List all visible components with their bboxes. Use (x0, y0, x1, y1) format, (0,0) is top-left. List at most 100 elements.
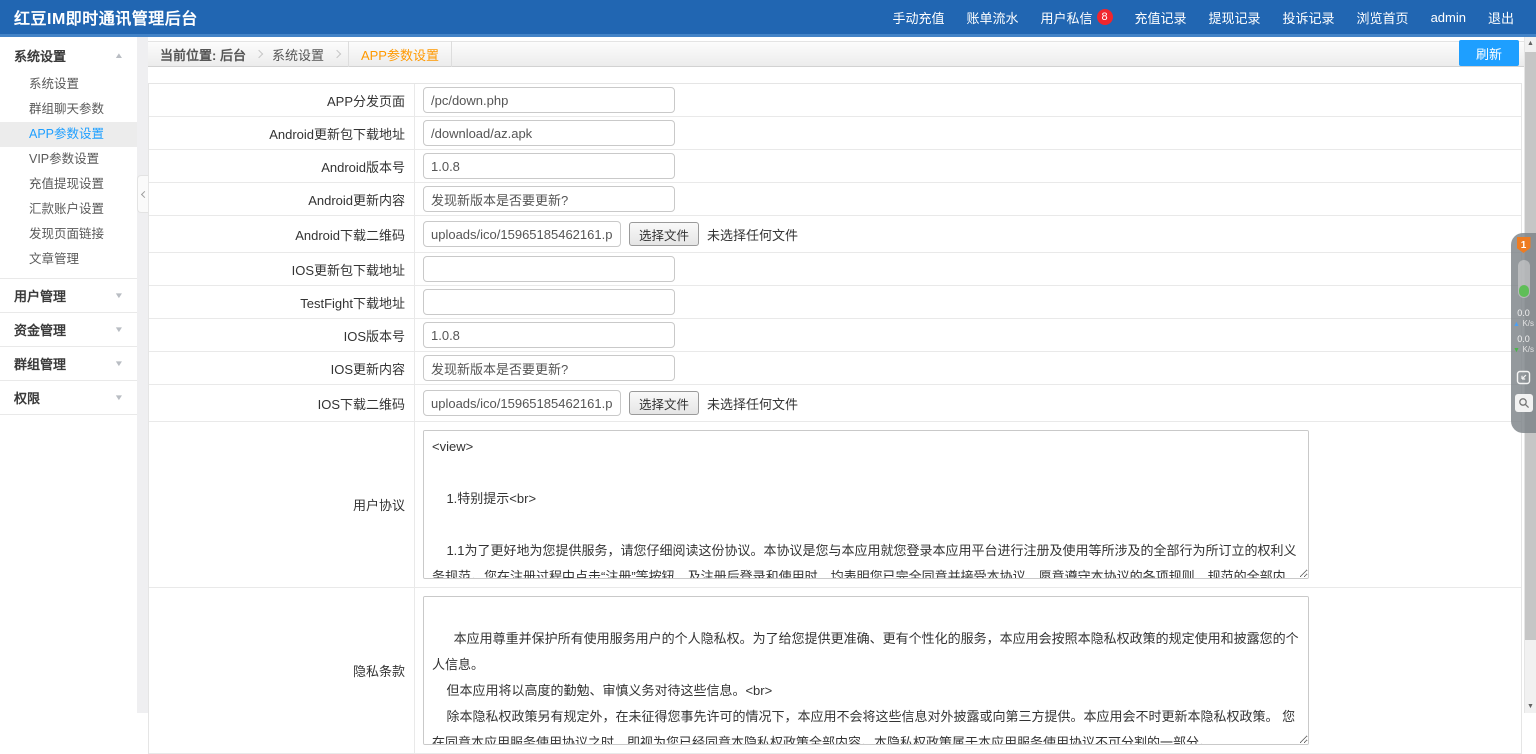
chevron-down-icon: ▼ (114, 359, 124, 368)
ios-qrcode-value-cell: 选择文件未选择任何文件 (415, 385, 1521, 421)
sidebar-group-label: 用户管理 (14, 286, 66, 305)
sidebar-items: 系统设置群组聊天参数APP参数设置VIP参数设置充值提现设置汇款账户设置发现页面… (0, 72, 137, 278)
sidebar-group-user-management: 用户管理 ▼ (0, 279, 137, 313)
form-row-ios-version: IOS版本号 (149, 319, 1521, 352)
upload-speed-value: 0.0 (1513, 308, 1534, 318)
content-area: 当前位置: 后台 系统设置 APP参数设置 刷新 APP分发页面Android更… (148, 37, 1524, 713)
scrollbar-up-arrow-icon[interactable]: ▲ (1525, 40, 1536, 47)
notification-badge: 1 (1517, 237, 1531, 253)
ios-package-url-label: IOS更新包下载地址 (149, 253, 415, 285)
chevron-down-icon: ▼ (114, 393, 124, 402)
chevron-down-icon: ▼ (114, 291, 124, 300)
testflight-url-value-cell (415, 286, 1521, 318)
nav-link-visit-homepage[interactable]: 浏览首页 (1357, 8, 1409, 27)
android-qrcode-input[interactable] (423, 221, 621, 247)
sidebar-group-group-management: 群组管理 ▼ (0, 347, 137, 381)
android-package-url-input[interactable] (423, 120, 675, 146)
app-distribution-page-input[interactable] (423, 87, 675, 113)
android-version-input[interactable] (423, 153, 675, 179)
sidebar-group-header-user-management[interactable]: 用户管理 ▼ (0, 279, 137, 312)
top-nav: 手动充值 账单流水 用户私信8 充值记录 提现记录 投诉记录 浏览首页 admin 退出 (892, 8, 1536, 27)
scrollbar-down-arrow-icon[interactable]: ▼ (1525, 703, 1536, 710)
app-header: 红豆IM即时通讯管理后台 手动充值 账单流水 用户私信8 充值记录 提现记录 投诉记录 浏览… (0, 0, 1536, 37)
ios-update-note-input[interactable] (423, 355, 675, 381)
sidebar-item-remit-account-settings[interactable]: 汇款账户设置 (0, 197, 137, 222)
android-package-url-value-cell (415, 117, 1521, 149)
form-row-app-distribution-page: APP分发页面 (149, 84, 1521, 117)
sidebar-item-vip-params[interactable]: VIP参数设置 (0, 147, 137, 172)
nav-link-user-messages[interactable]: 用户私信8 (1040, 8, 1112, 27)
chevron-down-icon: ▼ (114, 325, 124, 334)
chevron-left-icon (140, 190, 147, 197)
sidebar-item-app-params[interactable]: APP参数设置 (0, 122, 137, 147)
nav-link-logout[interactable]: 退出 (1488, 8, 1514, 27)
user-agreement-textarea[interactable] (423, 430, 1309, 579)
app-params-form: APP分发页面Android更新包下载地址Android版本号Android更新… (148, 83, 1522, 754)
testflight-url-input[interactable] (423, 289, 675, 315)
form-row-android-qrcode: Android下载二维码选择文件未选择任何文件 (149, 216, 1521, 253)
breadcrumb-separator-icon (333, 50, 341, 58)
form-row-testflight-url: TestFight下载地址 (149, 286, 1521, 319)
ios-version-value-cell (415, 319, 1521, 351)
android-update-note-input[interactable] (423, 186, 675, 212)
app-distribution-page-label: APP分发页面 (149, 84, 415, 116)
nav-link-manual-recharge[interactable]: 手动充值 (892, 8, 944, 27)
breadcrumb: 当前位置: 后台 系统设置 APP参数设置 (148, 41, 1524, 67)
upload-speed: 0.0 ▲ K/s (1513, 308, 1534, 330)
status-capsule-icon (1518, 260, 1530, 298)
sidebar-item-group-chat-params[interactable]: 群组聊天参数 (0, 97, 137, 122)
sidebar-group-label: 权限 (14, 388, 40, 407)
screenshot-icon[interactable] (1515, 368, 1533, 386)
ios-qrcode-choose-file-button[interactable]: 选择文件 (629, 391, 699, 415)
refresh-button[interactable]: 刷新 (1459, 40, 1519, 66)
breadcrumb-separator-icon (255, 50, 263, 58)
android-update-note-label: Android更新内容 (149, 183, 415, 215)
sidebar-group-header-system-settings[interactable]: 系统设置▲ (0, 39, 137, 72)
sidebar-gutter (137, 37, 148, 713)
nav-link-recharge-records[interactable]: 充值记录 (1135, 8, 1187, 27)
sidebar-group-label: 群组管理 (14, 354, 66, 373)
testflight-url-label: TestFight下载地址 (149, 286, 415, 318)
sidebar-item-system-settings[interactable]: 系统设置 (0, 72, 137, 97)
user-agreement-value-cell (415, 422, 1521, 587)
download-speed: 0.0 ▼ K/s (1513, 334, 1534, 356)
breadcrumb-item-system[interactable]: 系统设置 (272, 45, 324, 64)
ios-update-note-label: IOS更新内容 (149, 352, 415, 384)
main-layout: 系统设置▲系统设置群组聊天参数APP参数设置VIP参数设置充值提现设置汇款账户设… (0, 37, 1536, 713)
form-row-ios-package-url: IOS更新包下载地址 (149, 253, 1521, 286)
nav-link-withdraw-records[interactable]: 提现记录 (1209, 8, 1261, 27)
breadcrumb-item-current: APP参数设置 (348, 41, 452, 67)
nav-link-admin-account[interactable]: admin (1431, 10, 1466, 25)
form-row-user-agreement: 用户协议 (149, 422, 1521, 588)
android-qrcode-choose-file-button[interactable]: 选择文件 (629, 222, 699, 246)
nav-link-bill-flow[interactable]: 账单流水 (966, 8, 1018, 27)
sidebar-group-system-settings: 系统设置▲系统设置群组聊天参数APP参数设置VIP参数设置充值提现设置汇款账户设… (0, 39, 137, 279)
user-agreement-label: 用户协议 (149, 422, 415, 587)
sidebar-group-header-group-management[interactable]: 群组管理 ▼ (0, 347, 137, 380)
sidebar-item-article-management[interactable]: 文章管理 (0, 247, 137, 272)
chevron-up-icon: ▲ (114, 51, 124, 60)
ios-package-url-value-cell (415, 253, 1521, 285)
arrow-down-icon: ▼ (1513, 347, 1520, 354)
arrow-up-icon: ▲ (1513, 321, 1520, 328)
sidebar-item-recharge-withdraw-settings[interactable]: 充值提现设置 (0, 172, 137, 197)
nav-link-complaint-records[interactable]: 投诉记录 (1283, 8, 1335, 27)
search-icon[interactable] (1515, 394, 1533, 412)
android-package-url-label: Android更新包下载地址 (149, 117, 415, 149)
sidebar-group-header-fund-management[interactable]: 资金管理 ▼ (0, 313, 137, 346)
android-qrcode-value-cell: 选择文件未选择任何文件 (415, 216, 1521, 252)
form-row-ios-update-note: IOS更新内容 (149, 352, 1521, 385)
sidebar-item-discover-page-links[interactable]: 发现页面链接 (0, 222, 137, 247)
privacy-policy-textarea[interactable] (423, 596, 1309, 745)
ios-package-url-input[interactable] (423, 256, 675, 282)
ios-qrcode-input[interactable] (423, 390, 621, 416)
ios-version-input[interactable] (423, 322, 675, 348)
privacy-policy-label: 隐私条款 (149, 588, 415, 753)
app-title: 红豆IM即时通讯管理后台 (14, 5, 198, 29)
sidebar-group-label: 资金管理 (14, 320, 66, 339)
ios-qrcode-file-status: 未选择任何文件 (707, 394, 798, 413)
form-row-privacy-policy: 隐私条款 (149, 588, 1521, 754)
android-qrcode-label: Android下载二维码 (149, 216, 415, 252)
sidebar-collapse-handle[interactable] (137, 175, 148, 213)
sidebar-group-header-permissions[interactable]: 权限 ▼ (0, 381, 137, 414)
